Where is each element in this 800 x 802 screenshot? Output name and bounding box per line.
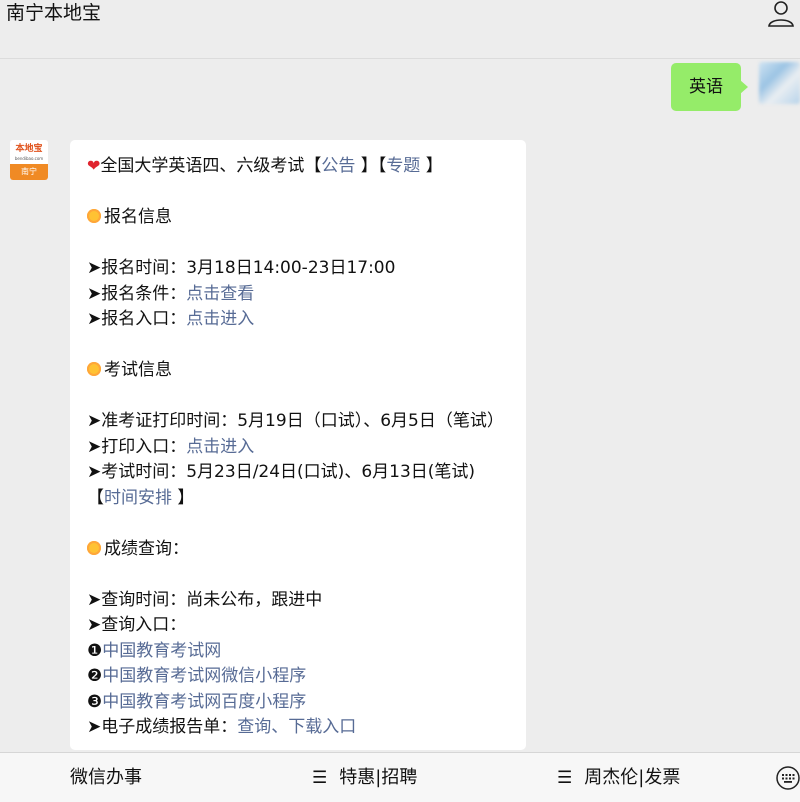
- schedule-line: 【时间安排 】: [87, 486, 515, 512]
- query-entry: ➤查询入口：: [87, 615, 187, 635]
- score-report-link[interactable]: 查询、下载入口: [237, 717, 356, 737]
- avatar-url-text: bendibao.com: [14, 156, 44, 161]
- registration-entry-link[interactable]: 点击进入: [186, 309, 254, 329]
- menu-label: 周杰伦|发票: [584, 767, 681, 788]
- neea-baidu-miniprogram-link[interactable]: 中国教育考试网百度小程序: [102, 692, 306, 712]
- query-option-1: ❶中国教育考试网: [87, 639, 515, 665]
- label: ➤报名条件：: [87, 283, 187, 304]
- section-title: 成绩查询：: [104, 538, 189, 559]
- title-close-bracket: 】: [420, 156, 443, 176]
- number-badge: ❷: [87, 666, 103, 686]
- sun-icon: [87, 362, 101, 376]
- query-time: ➤查询时间：尚未公布，跟进中: [87, 589, 323, 610]
- sun-icon: [87, 540, 101, 555]
- number-badge: ❸: [87, 691, 103, 712]
- bracket: 【: [87, 487, 104, 508]
- avatar-city-label: 南宁: [10, 164, 48, 180]
- header-bar: 南宁本地宝: [0, 0, 800, 59]
- incoming-message-bubble: ❤全国大学英语四、六级考试【公告 】【专题 】 报名信息 ➤报名时间：3月18日…: [70, 140, 526, 750]
- score-report-line: ➤电子成绩报告单：查询、下载入口: [87, 715, 515, 741]
- menu-item-wechat-services[interactable]: 微信办事: [70, 765, 142, 791]
- label: ➤电子成绩报告单：: [87, 717, 238, 737]
- menu-label: 特惠|招聘: [339, 767, 418, 788]
- label: ➤打印入口：: [87, 436, 187, 457]
- neea-website-link[interactable]: 中国教育考试网: [102, 641, 221, 661]
- user-avatar[interactable]: [759, 62, 800, 104]
- outgoing-message-bubble: 英语: [671, 63, 748, 111]
- exam-title-text: 全国大学英语四、六级考试【: [100, 156, 322, 176]
- menu-item-jay-chou-invoice[interactable]: ☰ 周杰伦|发票: [557, 765, 680, 791]
- topic-link[interactable]: 专题: [386, 156, 420, 176]
- bot-avatar[interactable]: 本地宝 bendibao.com 南宁: [10, 140, 48, 180]
- sun-icon: [87, 209, 101, 223]
- schedule-link[interactable]: 时间安排: [104, 488, 172, 508]
- exam-title-line: ❤全国大学英语四、六级考试【公告 】【专题 】: [87, 153, 515, 180]
- hamburger-icon: ☰: [557, 768, 573, 788]
- bracket: 】: [172, 487, 195, 508]
- section-title: 考试信息: [104, 360, 172, 380]
- title-separator: 】【: [355, 156, 387, 176]
- view-conditions-link[interactable]: 点击查看: [186, 284, 254, 304]
- registration-conditions: ➤报名条件：点击查看: [87, 282, 515, 308]
- hamburger-icon: ☰: [312, 768, 328, 788]
- admission-ticket-time: ➤准考证打印时间：5月19日（口试）、6月5日（笔试）: [87, 411, 504, 431]
- neea-wechat-miniprogram-link[interactable]: 中国教育考试网微信小程序: [102, 666, 306, 686]
- page-title: 南宁本地宝: [6, 2, 102, 24]
- number-badge: ❶: [87, 640, 103, 661]
- registration-time: ➤报名时间：3月18日14:00-23日17:00: [87, 258, 396, 278]
- heart-icon: ❤: [87, 156, 101, 175]
- user-profile-icon[interactable]: [766, 0, 796, 28]
- print-entry-link[interactable]: 点击进入: [186, 437, 254, 457]
- section-registration-heading: 报名信息: [87, 205, 515, 231]
- label: ➤报名入口：: [87, 309, 187, 329]
- section-exam-heading: 考试信息: [87, 358, 515, 384]
- registration-entry: ➤报名入口：点击进入: [87, 307, 515, 333]
- keyboard-icon[interactable]: [776, 766, 800, 790]
- section-title: 报名信息: [104, 207, 172, 227]
- announcement-link[interactable]: 公告: [321, 156, 355, 176]
- avatar-logo-text: 本地宝: [15, 144, 43, 154]
- query-option-3: ❸中国教育考试网百度小程序: [87, 690, 515, 716]
- query-option-2: ❷中国教育考试网微信小程序: [87, 664, 515, 690]
- exam-time: ➤考试时间：5月23日/24日(口试)、6月13日(笔试): [87, 462, 476, 482]
- bottom-menu-bar: 微信办事 ☰ 特惠|招聘 ☰ 周杰伦|发票: [0, 752, 800, 802]
- menu-item-deals-jobs[interactable]: ☰ 特惠|招聘: [312, 765, 417, 791]
- print-entry: ➤打印入口：点击进入: [87, 435, 515, 461]
- section-score-heading: 成绩查询：: [87, 537, 515, 563]
